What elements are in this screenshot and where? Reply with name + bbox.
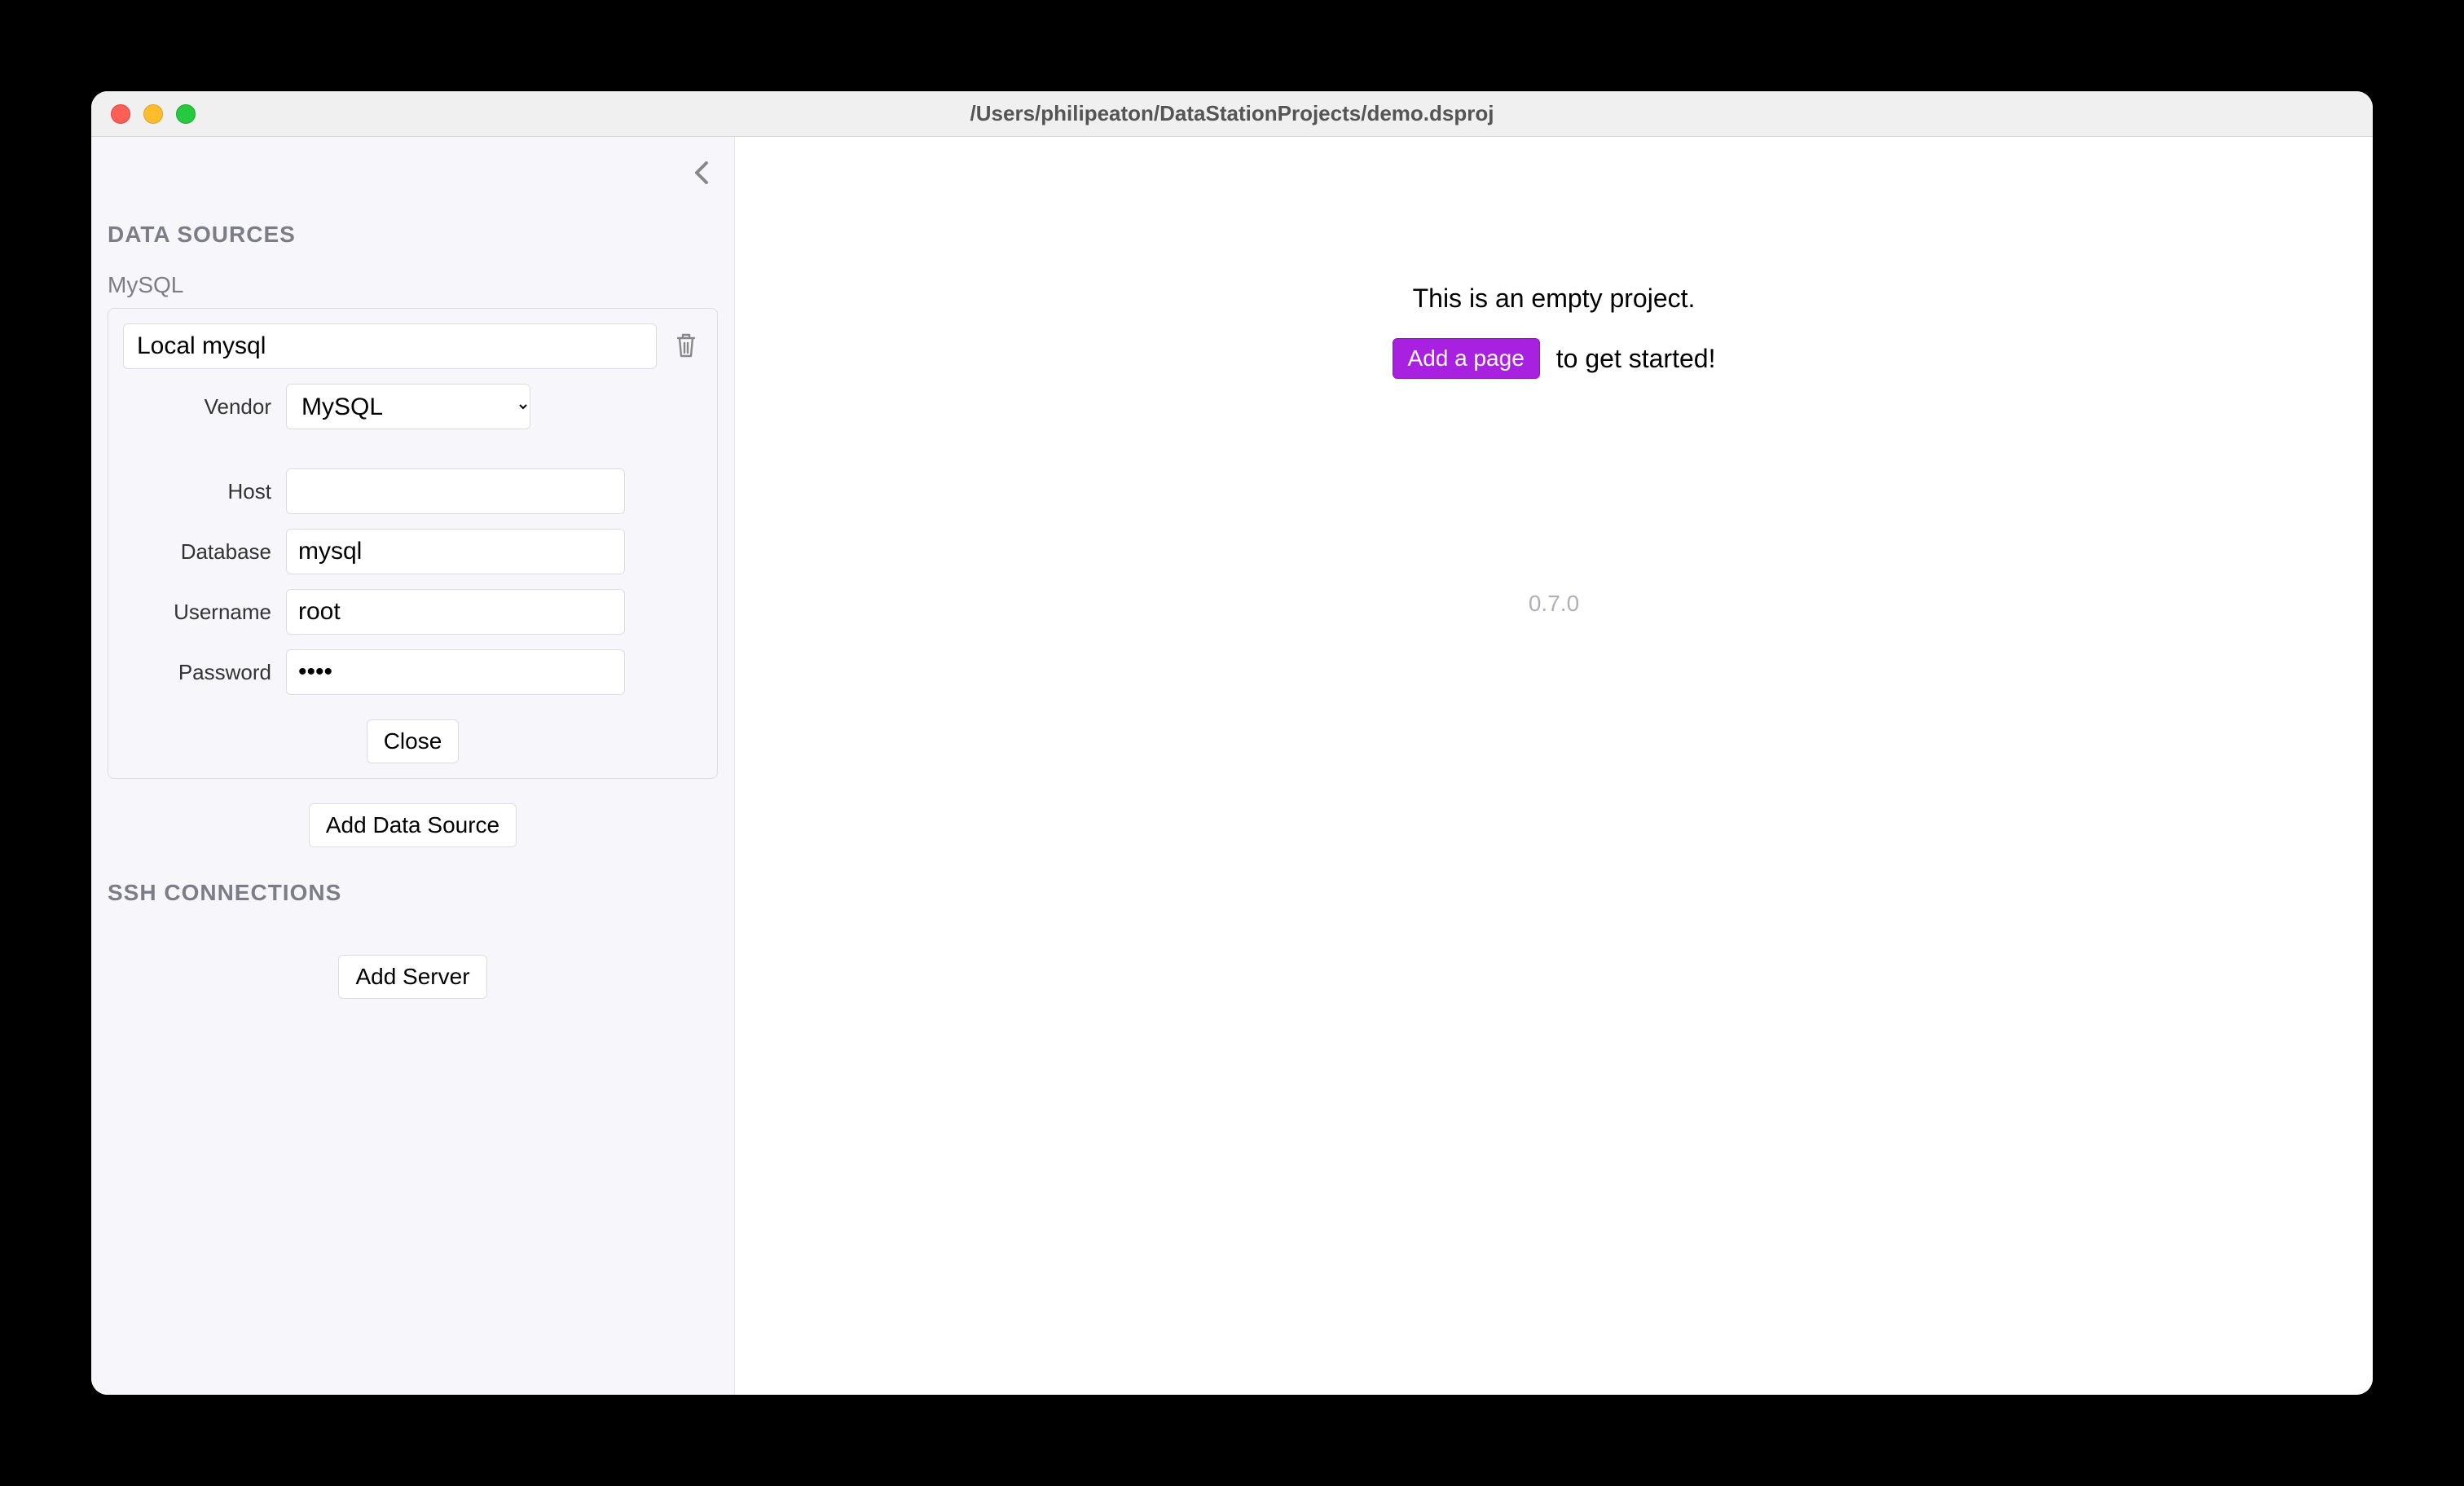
username-input[interactable] [286,589,625,635]
close-button[interactable]: Close [367,719,460,763]
database-input[interactable] [286,529,625,574]
host-label: Host [123,479,286,504]
chevron-left-icon [693,161,710,184]
ssh-header: SSH CONNECTIONS [108,880,718,906]
password-row: Password [123,649,702,695]
add-page-row: Add a page to get started! [1393,338,1716,379]
host-input[interactable] [286,468,625,514]
maximize-window-button[interactable] [176,104,196,124]
vendor-select[interactable]: MySQL [286,384,530,429]
add-page-button[interactable]: Add a page [1393,338,1540,379]
get-started-text: to get started! [1556,344,1716,374]
app-body: DATA SOURCES MySQL Vendor MySQL [91,137,2373,1395]
add-datasource-button[interactable]: Add Data Source [309,803,517,847]
vendor-row: Vendor MySQL [123,384,702,429]
app-window: /Users/philipeaton/DataStationProjects/d… [91,91,2373,1395]
collapse-sidebar-button[interactable] [685,156,718,189]
username-row: Username [123,589,702,635]
close-window-button[interactable] [111,104,130,124]
add-server-button[interactable]: Add Server [338,955,486,999]
traffic-lights [91,104,196,124]
datasource-header-row [123,323,702,369]
version-text: 0.7.0 [1529,591,1579,617]
titlebar: /Users/philipeaton/DataStationProjects/d… [91,91,2373,137]
database-row: Database [123,529,702,574]
delete-datasource-button[interactable] [670,330,702,363]
empty-project-text: This is an empty project. [1413,284,1696,314]
main-area: This is an empty project. Add a page to … [735,137,2373,1395]
vendor-label: Vendor [123,394,286,420]
username-label: Username [123,600,286,625]
datasource-card: Vendor MySQL Host Database Username [108,308,718,779]
host-row: Host [123,468,702,514]
datasources-header: DATA SOURCES [108,222,718,248]
datasource-type-label: MySQL [108,272,718,298]
minimize-window-button[interactable] [143,104,163,124]
password-input[interactable] [286,649,625,695]
window-title: /Users/philipeaton/DataStationProjects/d… [91,101,2373,126]
password-label: Password [123,660,286,685]
datasource-name-input[interactable] [123,323,657,369]
trash-icon [675,333,697,359]
sidebar: DATA SOURCES MySQL Vendor MySQL [91,137,735,1395]
database-label: Database [123,539,286,565]
